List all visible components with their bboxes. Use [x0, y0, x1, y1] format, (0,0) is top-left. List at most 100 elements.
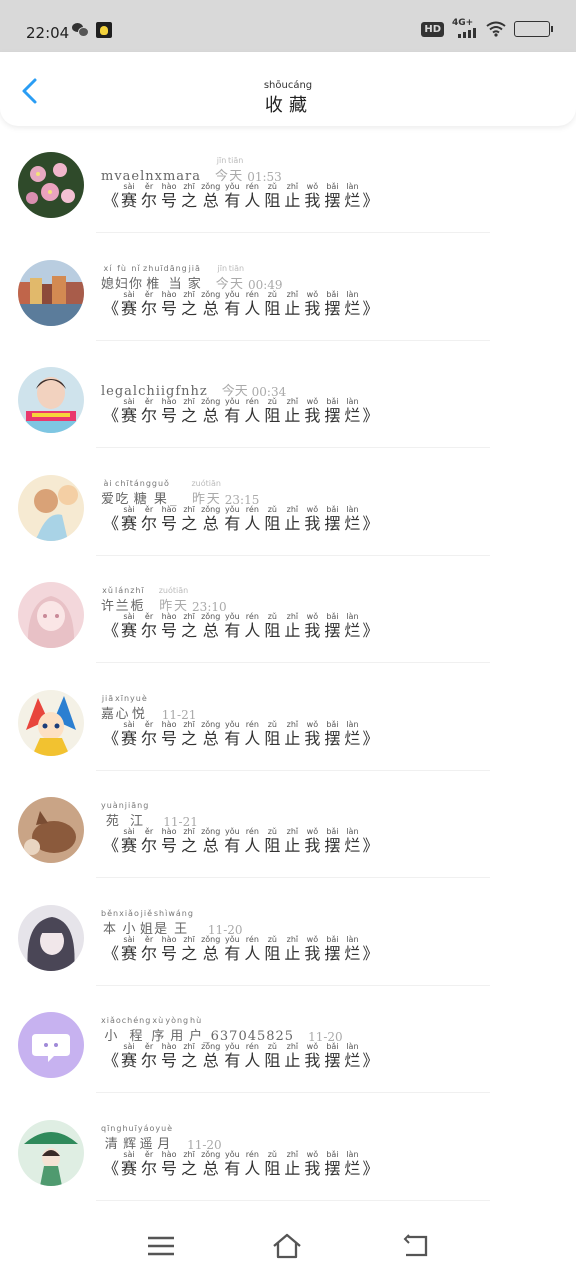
title-char: zǔ 阻 [264, 827, 280, 855]
username[interactable]: ài 爱 chī 吃 táng 糖 guǒ 果 _ [101, 479, 177, 507]
hanzi-char: 摆 [324, 1158, 341, 1178]
hanzi-char: 摆 [324, 943, 341, 963]
timestamp: 今 天 00:34 [222, 371, 286, 399]
home-icon[interactable] [272, 1232, 302, 1260]
hanzi-char: 阻 [264, 191, 281, 210]
pinyin-annotation: jiā [101, 693, 115, 703]
pinyin-annotation: zǒng [201, 397, 221, 406]
pinyin-annotation: yǒu [224, 612, 240, 621]
pinyin-annotation: zuó [158, 586, 173, 595]
title-char: ěr 尔 [141, 1150, 157, 1178]
pinyin-annotation: zhǐ [286, 397, 299, 406]
timestamp-char: jīn 今 [216, 264, 229, 292]
pinyin-annotation: làn [346, 182, 359, 191]
pinyin-annotation: wáng [168, 908, 194, 918]
username[interactable]: qīng 清 huī 辉 yáo 遥 yuè 月 [101, 1124, 173, 1152]
avatar[interactable] [18, 797, 84, 863]
avatar[interactable] [18, 367, 84, 433]
hanzi-char: 阻 [264, 943, 281, 963]
pinyin-annotation: jiě [140, 908, 154, 918]
title-char: zǒng 总 [201, 1042, 220, 1070]
username-char: chī 吃 [115, 479, 130, 507]
favorite-list-item[interactable]: xí 媳 fù 妇 nǐ 你 zhuī 椎 dāng 当 jiā 家 jīn 今 tiān 天 00:49 《 s… [0, 234, 576, 341]
back-icon[interactable] [400, 1232, 430, 1260]
pinyin-annotation: yǒu [224, 719, 240, 729]
favorite-title[interactable]: 《 sài 赛 ěr 尔 hào 号 zhī 之 zǒng 总 yǒu 有 rén 人 zǔ 阻 zhǐ 止 wǒ 我 b… [103, 612, 378, 640]
pinyin-annotation: shì [153, 908, 169, 918]
hanzi-char: 阻 [264, 298, 281, 318]
pinyin-annotation: tiān [205, 478, 221, 488]
pinyin-annotation: zǔ [267, 827, 277, 836]
hanzi-char: 赛 [121, 621, 138, 640]
username[interactable]: xí 媳 fù 妇 nǐ 你 zhuī 椎 dāng 当 jiā 家 [101, 264, 202, 292]
avatar[interactable] [18, 152, 84, 218]
hanzi-char: 号 [161, 728, 178, 748]
hanzi-char: 尔 [141, 406, 158, 425]
favorite-title[interactable]: 《 sài 赛 ěr 尔 hào 号 zhī 之 zǒng 总 yǒu 有 rén 人 zǔ 阻 zhǐ 止 wǒ 我 b… [103, 935, 378, 963]
hanzi-char: 阻 [264, 836, 281, 855]
favorite-title[interactable]: 《 sài 赛 ěr 尔 hào 号 zhī 之 zǒng 总 yǒu 有 rén 人 zǔ 阻 zhǐ 止 wǒ 我 b… [103, 290, 378, 318]
title-char: ěr 尔 [141, 290, 157, 318]
favorite-list-item[interactable]: xǔ 许 lán 兰 zhī 栀 zuó 昨 tiān 天 23:10 《 sài 赛 ěr 尔 hào 号 zh… [0, 556, 576, 663]
pinyin-annotation: zǔ [267, 182, 277, 191]
hanzi-char: 人 [244, 836, 261, 855]
hanzi-char: 收 [264, 95, 287, 116]
favorite-list-item[interactable]: legalchiigfnhz 今 天 00:34 《 sài 赛 ěr 尔 hào 号 zhī 之… [0, 341, 576, 448]
favorite-list-item[interactable]: mvaelnxmara jīn 今 tiān 天 01:53 《 sài 赛 ěr 尔 hào 号 zh… [0, 126, 576, 233]
pinyin-annotation: zǔ [267, 397, 277, 406]
avatar[interactable] [18, 1012, 84, 1078]
avatar[interactable] [18, 474, 84, 541]
username[interactable]: jiā 嘉 xīn 心 yuè 悦 [101, 694, 148, 722]
title-char: bǎi 摆 [324, 935, 340, 963]
title-char: zǔ 阻 [264, 612, 280, 640]
hanzi-char: 之 [181, 1051, 198, 1070]
pinyin-annotation: zhǐ [286, 612, 299, 621]
username-char: shì 是 [154, 909, 168, 937]
username[interactable]: xiǎo 小 chéng 程 xù 序 yòng 用 hù 户 _637045825 [101, 1016, 294, 1044]
favorite-list-item[interactable]: jiā 嘉 xīn 心 yuè 悦 11-21 《 sài 赛 ěr 尔 hào 号 zhī 之 zǒng 总 y… [0, 664, 576, 771]
username[interactable]: xǔ 许 lán 兰 zhī 栀 [101, 586, 145, 614]
item-meta: legalchiigfnhz 今 天 00:34 [101, 363, 286, 399]
avatar[interactable] [18, 582, 84, 648]
title-char: wǒ 我 [304, 505, 320, 533]
favorite-list-item[interactable]: běn 本 xiǎo 小 jiě 姐 shì 是 wáng 王 11-20 《 sài 赛 ěr 尔 hào 号… [0, 879, 576, 986]
pinyin-annotation: zǒng [201, 934, 221, 944]
favorite-title[interactable]: 《 sài 赛 ěr 尔 hào 号 zhī 之 zǒng 总 yǒu 有 rén 人 zǔ 阻 zhǐ 止 wǒ 我 b… [103, 1042, 378, 1070]
username[interactable]: běn 本 xiǎo 小 jiě 姐 shì 是 wáng 王 [101, 909, 194, 937]
menu-icon[interactable] [146, 1232, 176, 1260]
hanzi-char: 我 [304, 1158, 321, 1178]
hanzi-char: 尔 [141, 191, 158, 210]
pinyin-annotation: rén [245, 397, 259, 406]
pinyin-annotation: zhǐ [286, 289, 299, 299]
pinyin-annotation: zǔ [267, 289, 277, 299]
hanzi-char: 之 [181, 191, 198, 210]
hanzi-char: 有 [224, 1158, 241, 1178]
hanzi-char: 之 [181, 1158, 198, 1178]
favorite-title[interactable]: 《 sài 赛 ěr 尔 hào 号 zhī 之 zǒng 总 yǒu 有 rén 人 zǔ 阻 zhǐ 止 wǒ 我 b… [103, 397, 378, 425]
favorite-title[interactable]: 《 sài 赛 ěr 尔 hào 号 zhī 之 zǒng 总 yǒu 有 rén 人 zǔ 阻 zhǐ 止 wǒ 我 b… [103, 505, 378, 533]
pinyin-annotation: zǔ [267, 719, 277, 729]
title-char: ěr 尔 [141, 182, 157, 210]
pinyin-annotation: wǒ [306, 397, 319, 406]
hanzi-char: 有 [224, 836, 241, 855]
favorite-title[interactable]: 《 sài 赛 ěr 尔 hào 号 zhī 之 zǒng 总 yǒu 有 rén 人 zǔ 阻 zhǐ 止 wǒ 我 b… [103, 1150, 378, 1178]
title-close-bracket: 》 [362, 298, 379, 318]
favorite-title[interactable]: 《 sài 赛 ěr 尔 hào 号 zhī 之 zǒng 总 yǒu 有 rén 人 zǔ 阻 zhǐ 止 wǒ 我 b… [103, 182, 378, 210]
avatar[interactable] [18, 1119, 84, 1186]
username[interactable]: yuàn 苑 jiāng 江 [101, 801, 149, 829]
favorite-list-item[interactable]: ài 爱 chī 吃 táng 糖 guǒ 果 _ zuó 昨 tiān 天 23:15 《 sài 赛 ěr 尔… [0, 449, 576, 556]
favorite-title[interactable]: 《 sài 赛 ěr 尔 hào 号 zhī 之 zǒng 总 yǒu 有 rén 人 zǔ 阻 zhǐ 止 wǒ 我 b… [103, 827, 378, 855]
hd-badge: HD [421, 21, 444, 37]
hanzi-char: 人 [244, 298, 261, 318]
avatar[interactable] [18, 689, 84, 756]
favorite-list-item[interactable]: xiǎo 小 chéng 程 xù 序 yòng 用 hù 户 _637045825 11-20 《 s… [0, 986, 576, 1093]
favorite-list-item[interactable]: qīng 清 huī 辉 yáo 遥 yuè 月 11-20 《 sài 赛 ěr 尔 hào 号 zhī 之 z… [0, 1094, 576, 1201]
favorite-title[interactable]: 《 sài 赛 ěr 尔 hào 号 zhī 之 zǒng 总 yǒu 有 rén 人 zǔ 阻 zhǐ 止 wǒ 我 b… [103, 720, 378, 748]
pinyin-annotation: jiā [188, 263, 201, 273]
avatar[interactable] [18, 259, 84, 326]
hanzi-char: 赛 [121, 1051, 138, 1070]
avatar[interactable] [18, 904, 84, 971]
timestamp-char: tiān 天 [229, 264, 244, 292]
favorite-list-item[interactable]: yuàn 苑 jiāng 江 11-21 《 sài 赛 ěr 尔 hào 号 zhī 之 zǒng 总 yǒ… [0, 771, 576, 878]
status-time: 22:04 [26, 24, 70, 42]
